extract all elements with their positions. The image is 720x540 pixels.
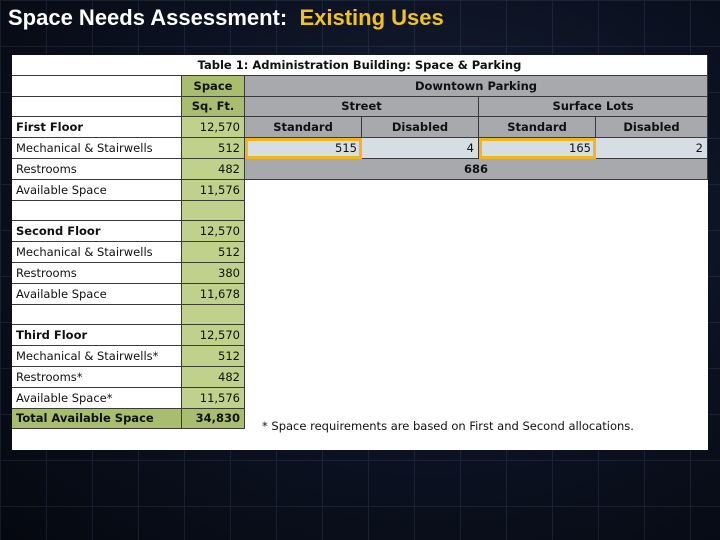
row-label: Available Space [12,283,182,305]
row-label: Mechanical & Stairwells* [12,346,182,367]
row-label: Available Space [12,179,182,201]
spacer-row [182,200,245,222]
slide-title: Space Needs Assessment: Existing Uses [8,5,444,31]
lots-disabled-header: Disabled [596,117,708,139]
parking-header: Downtown Parking [245,75,708,97]
table-caption: Table 1: Administration Building: Space … [12,55,708,76]
row-label: Restrooms [12,263,182,284]
spacer-row [12,200,182,222]
street-disabled-header: Disabled [362,117,479,139]
street-standard-header: Standard [245,117,362,139]
space-parking-table: Table 1: Administration Building: Space … [12,55,708,450]
floor-name: First Floor [12,117,182,139]
floor-name: Second Floor [12,221,182,243]
row-value: 512 [182,242,245,263]
spacer-row [182,304,245,326]
row-label: Restrooms [12,159,182,180]
row-value: 482 [182,367,245,388]
floor-total: 12,570 [182,325,245,347]
spacer-row [12,304,182,326]
row-value: 380 [182,263,245,284]
floor-name: Third Floor [12,325,182,347]
surface-lots-header: Surface Lots [479,96,708,118]
row-label: Restrooms* [12,367,182,388]
header-blank [12,96,182,118]
total-value: 34,830 [182,408,245,430]
row-value: 482 [182,159,245,180]
street-header: Street [245,96,479,118]
lots-disabled-value: 2 [596,138,708,159]
row-label: Available Space* [12,387,182,409]
lots-standard-value: 165 [479,138,596,159]
row-value: 11,576 [182,179,245,201]
row-value: 512 [182,138,245,159]
floor-total: 12,570 [182,117,245,139]
street-disabled-value: 4 [362,138,479,159]
title-accent: Existing Uses [299,5,444,30]
row-value: 512 [182,346,245,367]
floor-total: 12,570 [182,221,245,243]
row-value: 11,678 [182,283,245,305]
parking-total: 686 [245,159,708,180]
footnote: * Space requirements are based on First … [262,419,634,433]
lots-standard-header: Standard [479,117,596,139]
row-value: 11,576 [182,387,245,409]
street-standard-value: 515 [245,138,362,159]
space-header: Space [182,75,245,97]
row-label: Mechanical & Stairwells [12,138,182,159]
space-unit-header: Sq. Ft. [182,96,245,118]
title-main: Space Needs Assessment: [8,5,288,30]
header-blank [12,75,182,97]
row-label: Mechanical & Stairwells [12,242,182,263]
total-label: Total Available Space [12,408,182,430]
